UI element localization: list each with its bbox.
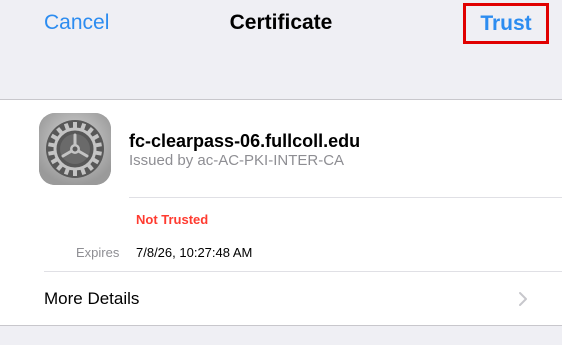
certificate-name: fc-clearpass-06.fullcoll.edu <box>129 131 361 151</box>
navigation-bar: Cancel Certificate Trust <box>0 0 562 100</box>
settings-gear-icon <box>39 113 111 185</box>
certificate-panel: fc-clearpass-06.fullcoll.edu Issued by a… <box>0 100 562 326</box>
more-details-row[interactable]: More Details <box>0 272 562 326</box>
trust-button[interactable]: Trust <box>463 3 549 44</box>
more-details-label: More Details <box>44 289 140 308</box>
certificate-summary: fc-clearpass-06.fullcoll.edu Issued by a… <box>0 100 562 197</box>
certificate-issuer: Issued by ac-AC-PKI-INTER-CA <box>129 152 345 169</box>
divider <box>129 197 562 198</box>
chevron-right-icon <box>519 292 527 306</box>
trust-status: Not Trusted <box>136 212 209 227</box>
expires-value: 7/8/26, 10:27:48 AM <box>136 245 253 260</box>
expires-label: Expires <box>76 245 120 260</box>
